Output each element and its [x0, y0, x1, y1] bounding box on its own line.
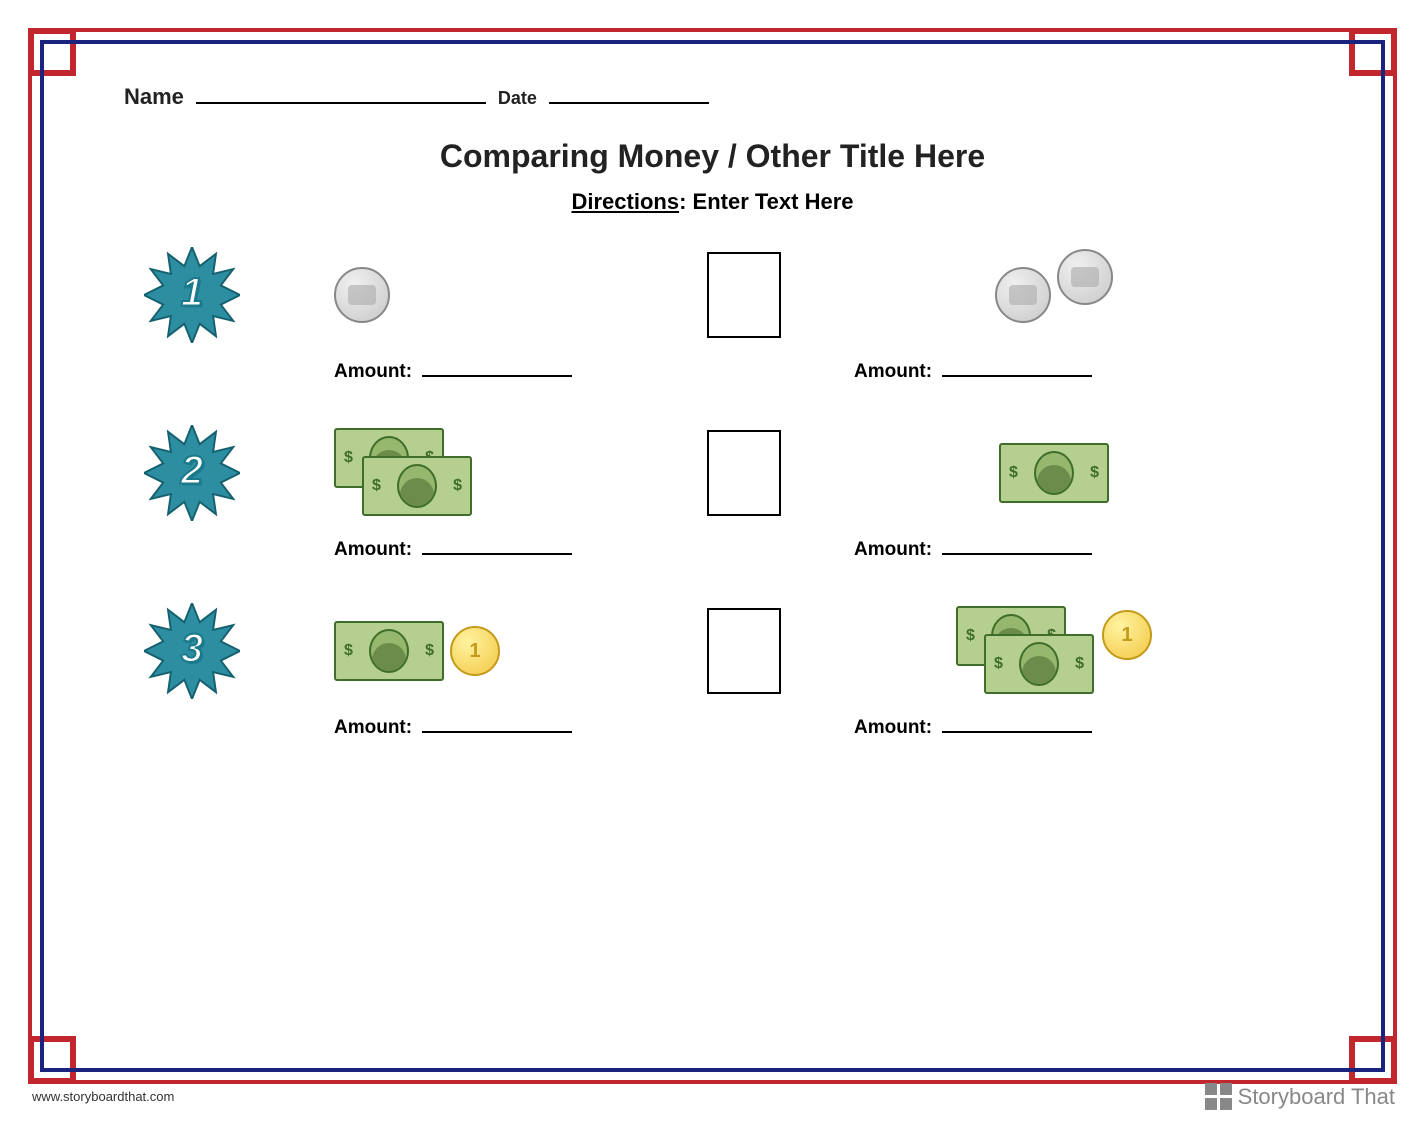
amount-label: Amount: [334, 539, 412, 561]
footer-url: www.storyboardthat.com [32, 1089, 174, 1104]
comparison-answer-box[interactable] [707, 252, 781, 338]
amount-input-line[interactable] [422, 541, 572, 555]
name-label: Name [124, 84, 184, 110]
directions-label: Directions [571, 189, 679, 214]
starburst-icon: 3 [144, 603, 240, 699]
amount-label: Amount: [854, 717, 932, 739]
left-money-group: $$ 1 [334, 601, 634, 701]
comparison-answer-box[interactable] [707, 608, 781, 694]
amount-input-line[interactable] [942, 363, 1092, 377]
dollar-bill-icon: $$ [362, 456, 472, 516]
left-money-group: $$ $$ [334, 423, 634, 523]
outer-border: Name Date Comparing Money / Other Title … [28, 28, 1397, 1084]
right-amount-field: Amount: [854, 539, 1254, 561]
date-label: Date [498, 88, 537, 109]
comparison-answer-box[interactable] [707, 430, 781, 516]
amount-input-line[interactable] [422, 363, 572, 377]
starburst-icon: 2 [144, 425, 240, 521]
dollar-bill-icon: $$ [999, 443, 1109, 503]
brand-logo: Storyboard That [1205, 1083, 1395, 1110]
bill-stack-icon: $$ $$ [334, 428, 474, 518]
problem-number: 2 [181, 448, 203, 493]
dollar-bill-icon: $$ [984, 634, 1094, 694]
right-money-group [854, 245, 1254, 345]
amount-input-line[interactable] [422, 719, 572, 733]
amount-row: Amount: Amount: [144, 361, 1281, 383]
right-amount-field: Amount: [854, 361, 1254, 383]
amount-label: Amount: [854, 539, 932, 561]
problem-number: 1 [181, 270, 203, 315]
amount-label: Amount: [334, 361, 412, 383]
amount-input-line[interactable] [942, 719, 1092, 733]
brand-name: Storyboard That [1238, 1084, 1395, 1110]
left-amount-field: Amount: [334, 361, 634, 383]
right-amount-field: Amount: [854, 717, 1254, 739]
dollar-bill-icon: $$ [334, 621, 444, 681]
right-money-group: $$ $$ 1 [854, 601, 1254, 701]
header-fields: Name Date [124, 84, 1301, 110]
problem-row: 2 $$ $$ $$ [144, 423, 1281, 523]
amount-row: Amount: Amount: [144, 539, 1281, 561]
bill-stack-icon: $$ $$ [956, 606, 1096, 696]
gold-coin-icon: 1 [1102, 610, 1152, 660]
name-input-line[interactable] [196, 90, 486, 104]
left-amount-field: Amount: [334, 717, 634, 739]
problem-row: 1 [144, 245, 1281, 345]
silver-coin-icon [334, 267, 390, 323]
silver-coin-icon [1057, 249, 1113, 305]
amount-row: Amount: Amount: [144, 717, 1281, 739]
page-title: Comparing Money / Other Title Here [124, 138, 1301, 175]
date-input-line[interactable] [549, 90, 709, 104]
amount-label: Amount: [854, 361, 932, 383]
storyboard-grid-icon [1205, 1083, 1232, 1110]
directions-text: : Enter Text Here [679, 189, 853, 214]
amount-input-line[interactable] [942, 541, 1092, 555]
left-money-group [334, 245, 634, 345]
problem-number: 3 [181, 626, 203, 671]
right-money-group: $$ [854, 423, 1254, 523]
left-amount-field: Amount: [334, 539, 634, 561]
problem-row: 3 $$ 1 $$ $$ 1 [144, 601, 1281, 701]
gold-coin-icon: 1 [450, 626, 500, 676]
inner-border: Name Date Comparing Money / Other Title … [40, 40, 1385, 1072]
amount-label: Amount: [334, 717, 412, 739]
starburst-icon: 1 [144, 247, 240, 343]
silver-coin-icon [995, 267, 1051, 323]
worksheet-content: Name Date Comparing Money / Other Title … [44, 44, 1381, 769]
directions-line: Directions: Enter Text Here [124, 189, 1301, 215]
